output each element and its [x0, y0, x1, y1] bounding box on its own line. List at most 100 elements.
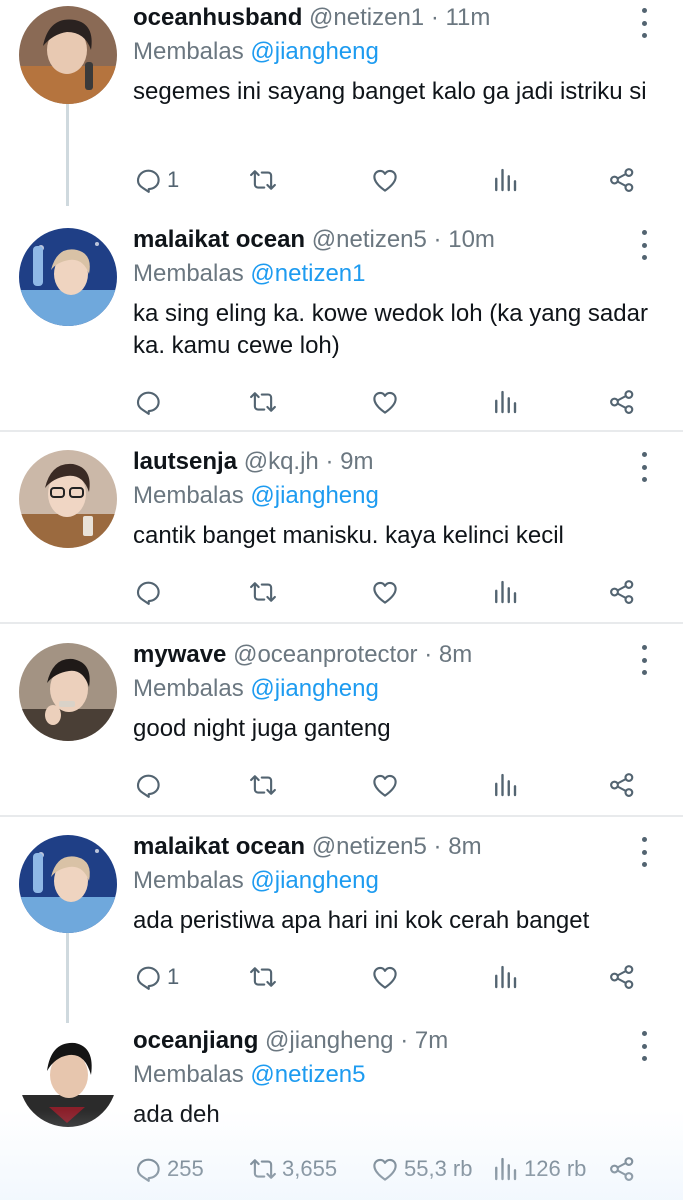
avatar[interactable]	[19, 6, 117, 104]
user-handle[interactable]: @netizen5	[312, 226, 427, 253]
tweet-text: good night juga ganteng	[133, 715, 391, 742]
like-button[interactable]	[370, 382, 404, 422]
share-button[interactable]	[607, 572, 637, 612]
tweet-header: malaikat ocean @netizen5 · 10m	[133, 224, 495, 256]
user-handle[interactable]: @netizen1	[309, 4, 424, 31]
user-handle[interactable]: @kq.jh	[244, 448, 319, 475]
avatar[interactable]	[19, 228, 117, 326]
tweet-3[interactable]: mywave @oceanprotector · 8m Membalas @ji…	[0, 637, 683, 817]
action-bar: 1	[0, 160, 683, 200]
reply-context: Membalas @netizen1	[133, 258, 366, 290]
tweet-1[interactable]: malaikat ocean @netizen5 · 10m Membalas …	[0, 222, 683, 432]
reply-context: Membalas @netizen5	[133, 1059, 366, 1091]
mention-link[interactable]: @jiangheng	[250, 867, 378, 894]
avatar[interactable]	[19, 643, 117, 741]
tweet-header: malaikat ocean @netizen5 · 8m	[133, 831, 482, 863]
heart-icon	[370, 387, 400, 417]
retweet-button[interactable]: 3,655	[248, 1149, 337, 1189]
views-button[interactable]: 126 rb	[490, 1149, 586, 1189]
share-icon	[607, 770, 637, 800]
like-button[interactable]: 55,3 rb	[370, 1149, 473, 1189]
more-options-icon[interactable]	[634, 230, 654, 260]
retweet-button[interactable]	[248, 572, 282, 612]
more-options-icon[interactable]	[634, 452, 654, 482]
like-button[interactable]	[370, 572, 404, 612]
separator-dot: ·	[433, 833, 442, 860]
share-button[interactable]	[607, 957, 637, 997]
avatar[interactable]	[19, 450, 117, 548]
separator-dot: ·	[424, 641, 433, 668]
display-name[interactable]: malaikat ocean	[133, 226, 305, 253]
views-button[interactable]	[490, 160, 524, 200]
reply-prefix: Membalas	[133, 260, 244, 287]
reply-button[interactable]	[133, 765, 167, 805]
bar-chart-icon	[490, 770, 520, 800]
share-icon	[607, 1154, 637, 1184]
reply-context: Membalas @jiangheng	[133, 673, 379, 705]
share-button[interactable]	[607, 1149, 637, 1189]
retweet-icon	[248, 387, 278, 417]
share-button[interactable]	[607, 160, 637, 200]
action-bar: 255 3,655 55,3 rb 126 rb	[0, 1149, 683, 1189]
tweet-header: oceanjiang @jiangheng · 7m	[133, 1025, 448, 1057]
mention-link[interactable]: @jiangheng	[250, 482, 378, 509]
reply-prefix: Membalas	[133, 38, 244, 65]
timestamp[interactable]: 8m	[448, 833, 481, 860]
reply-button[interactable]	[133, 572, 167, 612]
mention-link[interactable]: @netizen5	[250, 1061, 365, 1088]
retweet-button[interactable]	[248, 160, 282, 200]
timestamp[interactable]: 10m	[448, 226, 495, 253]
avatar[interactable]	[19, 1029, 117, 1127]
reply-button[interactable]: 255	[133, 1149, 204, 1189]
reply-button[interactable]	[133, 382, 167, 422]
like-button[interactable]	[370, 957, 404, 997]
action-bar	[0, 382, 683, 422]
like-button[interactable]	[370, 160, 404, 200]
avatar[interactable]	[19, 835, 117, 933]
display-name[interactable]: mywave	[133, 641, 226, 668]
like-button[interactable]	[370, 765, 404, 805]
mention-link[interactable]: @netizen1	[250, 260, 365, 287]
mention-link[interactable]: @jiangheng	[250, 38, 378, 65]
share-button[interactable]	[607, 765, 637, 805]
reply-count: 1	[167, 167, 180, 192]
timestamp[interactable]: 8m	[439, 641, 472, 668]
tweet-4[interactable]: malaikat ocean @netizen5 · 8m Membalas @…	[0, 829, 683, 1023]
more-options-icon[interactable]	[634, 645, 654, 675]
bar-chart-icon	[490, 165, 520, 195]
more-options-icon[interactable]	[634, 1031, 654, 1061]
share-button[interactable]	[607, 382, 637, 422]
display-name[interactable]: oceanjiang	[133, 1027, 258, 1054]
user-handle[interactable]: @netizen5	[312, 833, 427, 860]
timestamp[interactable]: 7m	[415, 1027, 448, 1054]
views-button[interactable]	[490, 572, 524, 612]
bar-chart-icon	[490, 577, 520, 607]
views-button[interactable]	[490, 957, 524, 997]
tweet-2[interactable]: lautsenja @kq.jh · 9m Membalas @jianghen…	[0, 444, 683, 624]
user-handle[interactable]: @oceanprotector	[233, 641, 417, 668]
speech-bubble-icon	[133, 577, 163, 607]
timestamp[interactable]: 11m	[445, 4, 490, 31]
retweet-button[interactable]	[248, 382, 282, 422]
display-name[interactable]: malaikat ocean	[133, 833, 305, 860]
display-name[interactable]: oceanhusband	[133, 4, 302, 31]
speech-bubble-icon	[133, 962, 163, 992]
user-handle[interactable]: @jiangheng	[265, 1027, 393, 1054]
tweet-5[interactable]: oceanjiang @jiangheng · 7m Membalas @net…	[0, 1023, 683, 1200]
retweet-button[interactable]	[248, 957, 282, 997]
display-name[interactable]: lautsenja	[133, 448, 237, 475]
more-options-icon[interactable]	[634, 8, 654, 38]
reply-button[interactable]: 1	[133, 957, 179, 997]
heart-icon	[370, 770, 400, 800]
like-count: 55,3 rb	[404, 1156, 473, 1181]
reply-button[interactable]: 1	[133, 160, 179, 200]
mention-link[interactable]: @jiangheng	[250, 675, 378, 702]
timestamp[interactable]: 9m	[340, 448, 373, 475]
retweet-button[interactable]	[248, 765, 282, 805]
reply-prefix: Membalas	[133, 482, 244, 509]
tweet-header: oceanhusband @netizen1 · 11m	[133, 2, 490, 34]
views-button[interactable]	[490, 765, 524, 805]
tweet-0[interactable]: oceanhusband @netizen1 · 11m Membalas @j…	[0, 0, 683, 206]
views-button[interactable]	[490, 382, 524, 422]
more-options-icon[interactable]	[634, 837, 654, 867]
